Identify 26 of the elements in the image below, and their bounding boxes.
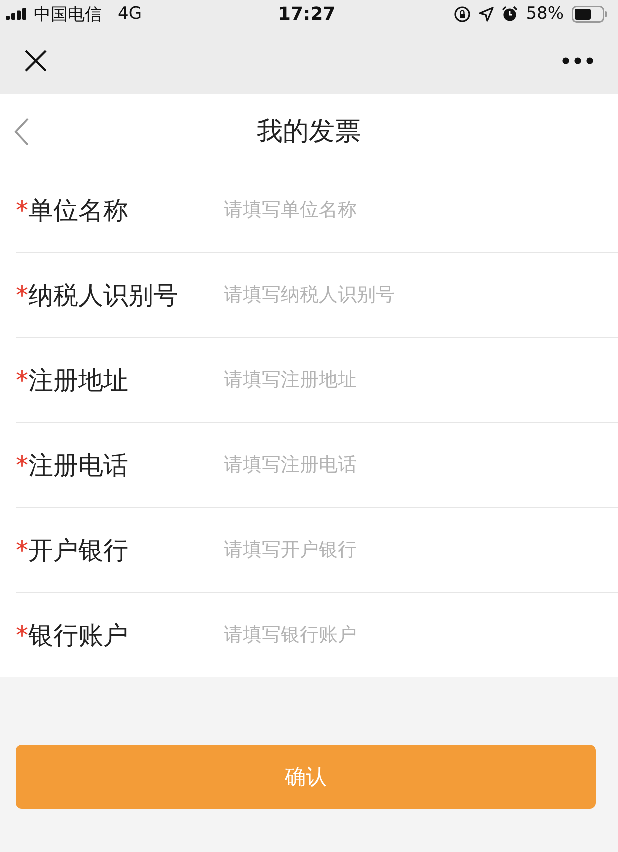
confirm-button[interactable]: 确认 xyxy=(16,745,596,809)
battery-percent: 58% xyxy=(526,4,564,24)
location-icon xyxy=(479,6,494,22)
back-button[interactable] xyxy=(14,118,30,146)
input-field[interactable]: 请填写银行账户 xyxy=(222,623,618,647)
field-label: *银行账户 xyxy=(16,620,130,652)
battery-icon xyxy=(572,6,608,22)
rotation-lock-icon xyxy=(454,6,472,22)
field-label: *单位名称 xyxy=(16,194,130,226)
field-label: *注册地址 xyxy=(16,364,130,396)
field-label: *开户银行 xyxy=(16,534,130,566)
field-label: *纳税人识别号 xyxy=(16,280,180,312)
network-type: 4G xyxy=(118,4,142,24)
input-field[interactable]: 请填写单位名称 xyxy=(222,198,618,222)
input-field[interactable]: 请填写纳税人识别号 xyxy=(222,283,618,307)
input-field[interactable]: 请填写开户银行 xyxy=(222,538,618,562)
page-title: 我的发票 xyxy=(257,116,361,148)
input-field[interactable]: 请填写注册电话 xyxy=(222,453,618,477)
field-label: *注册电话 xyxy=(16,450,130,482)
carrier-name: 中国电信 xyxy=(34,4,102,26)
clock-time: 17:27 xyxy=(278,4,336,24)
more-button[interactable] xyxy=(562,57,594,65)
close-button[interactable] xyxy=(24,49,48,73)
alarm-icon xyxy=(502,6,518,22)
signal-icon xyxy=(6,8,28,20)
input-field[interactable]: 请填写注册地址 xyxy=(222,368,618,392)
